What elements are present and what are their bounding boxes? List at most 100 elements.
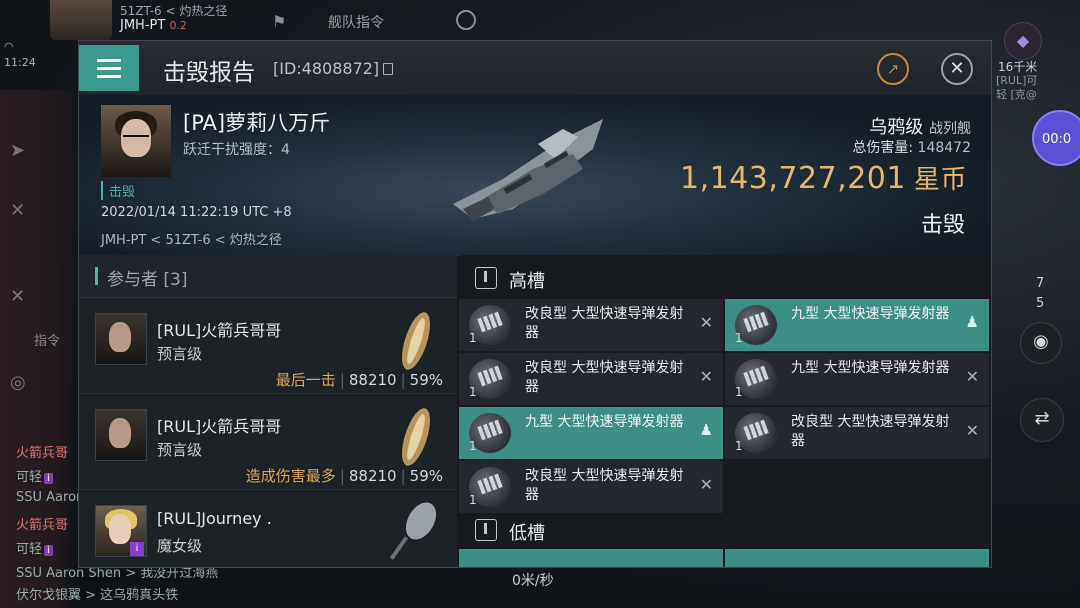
ship-speed: 0米/秒 xyxy=(512,573,554,589)
low-slot-module-partial[interactable] xyxy=(725,549,989,567)
destroyed-icon: ✕ xyxy=(699,367,713,386)
command-label: 指令 xyxy=(34,334,61,349)
menu-button[interactable] xyxy=(79,45,139,91)
close-icon[interactable]: ✕ xyxy=(10,200,25,221)
share-button[interactable]: ↗ xyxy=(877,53,909,85)
modal-title: 击毁报告 xyxy=(163,60,255,86)
pilot-avatar[interactable] xyxy=(50,0,112,40)
module-item[interactable]: 1 改良型 大型快速导弹发射器 ✕ xyxy=(459,353,723,405)
flag-icon[interactable]: ⚑ xyxy=(272,12,286,31)
participants-title: 参与者 [3] xyxy=(107,270,188,290)
module-item[interactable]: 1 改良型 大型快速导弹发射器 ✕ xyxy=(459,461,723,513)
low-slot-module-partial[interactable] xyxy=(459,549,723,567)
participant-percent: 59% xyxy=(409,467,443,485)
module-qty: 1 xyxy=(735,385,743,399)
eye-icon[interactable]: ◉ xyxy=(1020,322,1062,364)
module-qty: 1 xyxy=(735,331,743,345)
module-name: 改良型 大型快速导弹发射器 xyxy=(525,360,684,395)
participant-stats: 造成伤害最多 | 88210 | 59% xyxy=(245,467,443,485)
target-label-line1: [RUL]可 xyxy=(996,74,1038,87)
participant-row[interactable]: [RUL]火箭兵哥哥 预言级 最后一击 | 88210 | 59% xyxy=(79,299,457,394)
apocalypse-ship-image xyxy=(402,312,430,370)
participant-damage: 88210 xyxy=(348,467,397,485)
module-item[interactable]: 1 九型 大型快速导弹发射器 ♟ xyxy=(725,299,989,351)
module-qty: 1 xyxy=(469,331,477,345)
module-item[interactable]: 1 九型 大型快速导弹发射器 ♟ xyxy=(459,407,723,459)
module-qty: 1 xyxy=(469,439,477,453)
wifi-icon: ◠ xyxy=(4,40,14,53)
module-item[interactable]: 1 改良型 大型快速导弹发射器 ✕ xyxy=(459,299,723,351)
target-label-line2: 轻 [克@ xyxy=(996,88,1037,101)
security-status: 0.2 xyxy=(169,19,187,32)
apocalypse-ship-image xyxy=(402,408,430,466)
ship-type: 乌鸦级 xyxy=(869,117,924,138)
participant-row[interactable]: i [RUL]Journey . 魔女级 xyxy=(79,491,457,567)
total-damage-label: 总伤害量: xyxy=(852,140,914,156)
isk-amount: 1,143,727,201 xyxy=(680,161,906,196)
participant-row[interactable]: [RUL]火箭兵哥哥 预言级 造成伤害最多 | 88210 | 59% xyxy=(79,395,457,490)
timer-button[interactable]: 00:0 xyxy=(1032,110,1080,166)
victim-name[interactable]: [PA]萝莉八万斤 xyxy=(183,107,330,137)
raven-ship-image xyxy=(453,119,603,221)
kill-result: 击毁 xyxy=(920,213,965,238)
navigate-icon[interactable]: ➤ xyxy=(10,140,25,161)
person-icon: ♟ xyxy=(699,421,713,439)
kill-report-modal: 击毁报告 [ID:4808872] ↗ ✕ [PA]萝莉八万斤 跃迁干扰强度：4… xyxy=(78,40,992,568)
warp-disruption: 跃迁干扰强度：4 xyxy=(183,142,290,158)
chat-text: 可轻 xyxy=(16,470,43,485)
target-lock-icon[interactable]: ◎ xyxy=(10,372,26,393)
participant-portrait[interactable] xyxy=(95,409,147,461)
kill-datetime: 2022/01/14 11:22:19 UTC +8 xyxy=(101,205,292,220)
victim-portrait[interactable] xyxy=(101,105,171,177)
close-button[interactable]: ✕ xyxy=(941,53,973,85)
total-damage-value: 148472 xyxy=(917,140,971,156)
destroyed-icon: ✕ xyxy=(965,421,979,440)
destroyed-icon: ✕ xyxy=(699,475,713,494)
clock-icon[interactable] xyxy=(456,10,476,30)
module-name: 改良型 大型快速导弹发射器 xyxy=(791,414,950,449)
chat-author: 火箭兵哥 xyxy=(16,518,69,533)
victim-status: 击毁 xyxy=(101,181,135,200)
participant-damage: 88210 xyxy=(348,371,397,389)
target-icon[interactable]: ◆ xyxy=(1004,22,1042,60)
participant-portrait[interactable] xyxy=(95,313,147,365)
participants-header: 参与者 [3] xyxy=(79,255,457,298)
person-icon: ♟ xyxy=(965,313,979,331)
participant-tag: 最后一击 xyxy=(275,371,336,389)
chat-tag: i xyxy=(44,545,53,556)
module-name: 改良型 大型快速导弹发射器 xyxy=(525,468,684,503)
chat-line: SSU Aaron xyxy=(16,490,84,505)
participant-ship: 魔女级 xyxy=(157,537,203,555)
location-system[interactable]: JMH-PT 0.2 xyxy=(120,18,187,33)
isk-unit: 星币 xyxy=(913,165,967,195)
swap-icon[interactable]: ⇄ xyxy=(1020,398,1064,442)
participant-name: [RUL]火箭兵哥哥 xyxy=(157,417,282,436)
participant-portrait[interactable]: i xyxy=(95,505,147,557)
total-damage: 总伤害量: 148472 xyxy=(852,137,971,157)
high-slot-icon xyxy=(475,267,497,289)
count-2: 5 xyxy=(1036,296,1045,311)
copy-icon[interactable] xyxy=(383,63,393,75)
module-item[interactable]: 1 九型 大型快速导弹发射器 ✕ xyxy=(725,353,989,405)
chat-text: SSU Aaron Shen > 我没开过海燕 xyxy=(16,566,219,581)
module-name: 改良型 大型快速导弹发射器 xyxy=(525,306,684,341)
kill-location: JMH-PT < 51ZT-6 < 灼热之径 xyxy=(101,233,282,248)
ship-class: 战列舰 xyxy=(929,121,971,137)
victim-ship: 乌鸦级 战列舰 xyxy=(869,113,971,139)
close-icon[interactable]: ✕ xyxy=(10,286,25,307)
chat-line: 火箭兵哥 xyxy=(16,514,68,533)
high-slot-header: 高槽 xyxy=(459,259,991,299)
fleet-command-label[interactable]: 舰队指令 xyxy=(328,12,384,32)
chat-tag: i xyxy=(44,473,53,484)
count-1: 7 xyxy=(1036,276,1045,291)
participant-ship: 预言级 xyxy=(157,441,203,459)
module-qty: 1 xyxy=(735,439,743,453)
chat-line: 火箭兵哥 xyxy=(16,442,68,461)
destroyed-icon: ✕ xyxy=(699,313,713,332)
system-name: JMH-PT xyxy=(120,18,166,33)
module-qty: 1 xyxy=(469,493,477,507)
participant-stats: 最后一击 | 88210 | 59% xyxy=(275,371,443,389)
participant-ship: 预言级 xyxy=(157,345,203,363)
chat-line: 可轻 i xyxy=(16,466,53,485)
module-item[interactable]: 1 改良型 大型快速导弹发射器 ✕ xyxy=(725,407,989,459)
